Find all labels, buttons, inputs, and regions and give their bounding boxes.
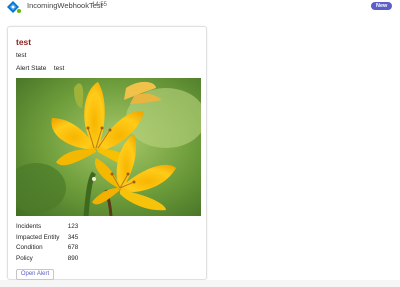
lily-flower-image (16, 78, 201, 216)
availability-dot (16, 8, 22, 14)
adaptive-card: test test Alert State test Incidents 123… (7, 26, 207, 280)
fact-row: Policy 890 (16, 254, 78, 265)
fact-set: Incidents 123 Impacted Entity 345 Condit… (16, 222, 78, 264)
fact-value: 345 (67, 233, 79, 241)
card-title: test (16, 37, 32, 47)
fact-label: Policy (16, 254, 33, 262)
compose-area-edge (0, 280, 400, 287)
fact-label: Impacted Entity (16, 233, 60, 241)
message-timestamp: 14:55 (92, 1, 108, 8)
fact-row: Impacted Entity 345 (16, 233, 78, 244)
fact-value: 123 (67, 223, 79, 230)
card-image (16, 78, 201, 216)
message-header: IncomingWebhookTest 14:55 New (6, 0, 398, 14)
fact-row: Incidents 123 (16, 222, 78, 233)
alert-state-value: test (53, 65, 65, 72)
fact-label: Incidents (16, 223, 42, 230)
alert-state: Alert State test (16, 65, 64, 72)
fact-value: 890 (67, 254, 79, 262)
alert-state-label: Alert State (16, 65, 47, 72)
card-subtitle: test (16, 52, 27, 59)
fact-row: Condition 678 (16, 243, 78, 254)
open-alert-button[interactable]: Open Alert (16, 269, 54, 280)
new-badge: New (371, 2, 393, 10)
fact-label: Condition (16, 244, 43, 251)
fact-value: 678 (67, 244, 79, 251)
